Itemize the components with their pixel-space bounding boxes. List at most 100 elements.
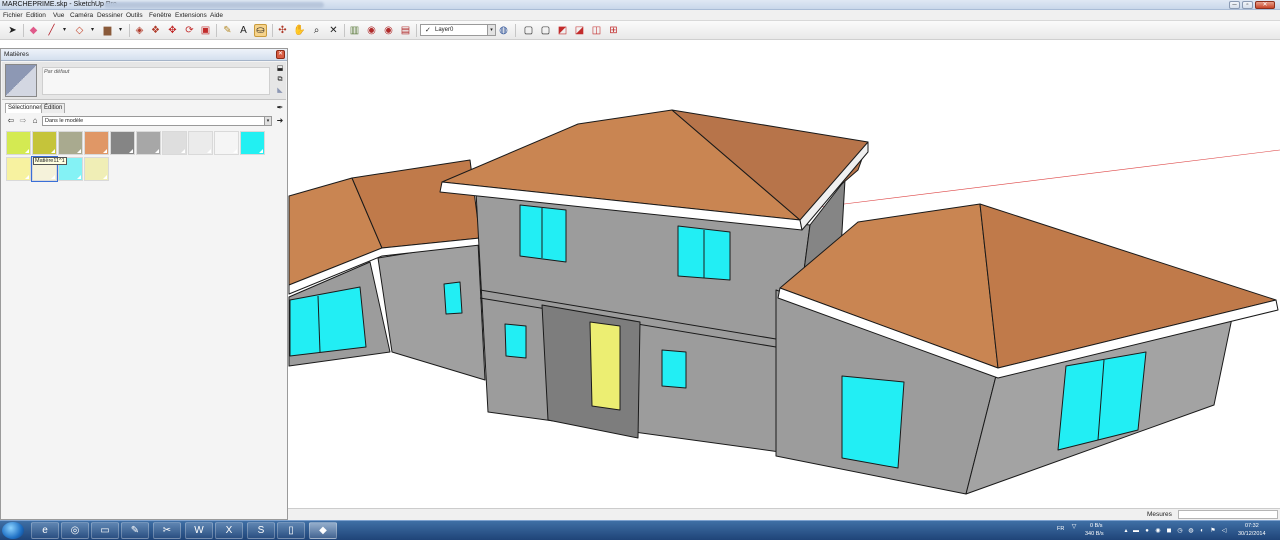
default-material-icon[interactable]: ◣ bbox=[276, 87, 284, 95]
eraser-tool-icon[interactable]: ◆ bbox=[27, 24, 40, 37]
select-tool-icon[interactable]: ➤ bbox=[6, 24, 19, 37]
solid-subtract-icon[interactable]: ◪ bbox=[573, 24, 586, 37]
text-tool-icon[interactable]: A bbox=[237, 24, 250, 37]
orbit-tool-icon[interactable]: ✣ bbox=[276, 24, 289, 37]
material-swatch[interactable] bbox=[240, 131, 265, 155]
move-tool-icon[interactable]: ✥ bbox=[166, 24, 179, 37]
menu-outils[interactable]: Outils bbox=[126, 12, 143, 19]
display-section-icon[interactable]: ▢ bbox=[539, 24, 552, 37]
share-model-icon[interactable]: ◉ bbox=[382, 24, 395, 37]
details-icon[interactable]: ⧉ bbox=[276, 76, 284, 84]
arrow-up-icon[interactable]: ▴ bbox=[1122, 527, 1130, 535]
clock-date[interactable]: 30/12/2014 bbox=[1238, 531, 1266, 537]
sketchup-taskbar-icon[interactable]: ◆ bbox=[309, 522, 337, 539]
clock-time[interactable]: 07:32 bbox=[1245, 523, 1259, 529]
rectangle-tool-icon[interactable]: ▆ bbox=[101, 24, 114, 37]
tray-app-icon[interactable]: ◼ bbox=[1165, 527, 1173, 535]
solid-split-icon[interactable]: ⊞ bbox=[607, 24, 620, 37]
solid-union-icon[interactable]: ◩ bbox=[556, 24, 569, 37]
zoom-extents-icon[interactable]: ✕ bbox=[327, 24, 340, 37]
measurements-input[interactable] bbox=[1178, 510, 1278, 519]
section-plane-icon[interactable]: ▢ bbox=[522, 24, 535, 37]
skype-icon[interactable]: S bbox=[247, 522, 275, 539]
tray-app-icon[interactable]: ◷ bbox=[1176, 527, 1184, 535]
file-explorer-icon[interactable]: ▭ bbox=[91, 522, 119, 539]
language-indicator[interactable]: FR bbox=[1057, 526, 1064, 532]
shape-dropdown-icon[interactable]: ▾ bbox=[86, 24, 99, 37]
current-material-name[interactable]: Par défaut bbox=[42, 67, 270, 95]
follow-me-tool-icon[interactable]: ❖ bbox=[149, 24, 162, 37]
excel-icon[interactable]: X bbox=[215, 522, 243, 539]
forward-arrow-icon[interactable]: ⇨ bbox=[18, 116, 28, 126]
close-icon[interactable]: ✕ bbox=[276, 50, 285, 59]
tray-app-icon[interactable]: ◉ bbox=[1154, 527, 1162, 535]
menu-fenetre[interactable]: Fenêtre bbox=[149, 12, 171, 19]
maximize-button[interactable]: ▫ bbox=[1242, 1, 1253, 9]
line-dropdown-icon[interactable]: ▾ bbox=[58, 24, 71, 37]
paint-bucket-icon[interactable]: ⛀ bbox=[254, 24, 267, 37]
scale-tool-icon[interactable]: ▣ bbox=[199, 24, 212, 37]
rectangle-dropdown-icon[interactable]: ▾ bbox=[114, 24, 127, 37]
material-swatch[interactable] bbox=[84, 131, 109, 155]
menu-dessiner[interactable]: Dessiner bbox=[97, 12, 123, 19]
menu-fichier[interactable]: Fichier bbox=[3, 12, 23, 19]
minimize-button[interactable]: ─ bbox=[1229, 1, 1240, 9]
back-arrow-icon[interactable]: ⇦ bbox=[6, 116, 16, 126]
library-details-arrow-icon[interactable]: ➜ bbox=[275, 116, 285, 126]
tab-edit[interactable]: Édition bbox=[41, 103, 66, 113]
material-swatch[interactable] bbox=[6, 157, 31, 181]
material-swatch[interactable] bbox=[32, 131, 57, 155]
line-tool-icon[interactable]: ╱ bbox=[45, 24, 58, 37]
push-pull-tool-icon[interactable]: ◈ bbox=[133, 24, 146, 37]
create-material-icon[interactable]: ⬓ bbox=[276, 65, 284, 73]
home-icon[interactable]: ⌂ bbox=[30, 116, 40, 126]
tray-app-icon[interactable]: ▬ bbox=[1132, 527, 1140, 535]
eyedropper-icon[interactable]: ✒ bbox=[275, 103, 285, 113]
material-swatch[interactable] bbox=[162, 131, 187, 155]
tape-measure-icon[interactable]: ✎ bbox=[221, 24, 234, 37]
materials-panel-header[interactable]: Matières ✕ bbox=[1, 49, 287, 61]
tray-app-icon[interactable]: ● bbox=[1143, 527, 1151, 535]
snipping-tool-icon[interactable]: ✂ bbox=[153, 522, 181, 539]
chevron-down-icon[interactable]: ▾ bbox=[487, 25, 495, 35]
tray-app-icon[interactable]: ◍ bbox=[1187, 527, 1195, 535]
material-swatch[interactable] bbox=[214, 131, 239, 155]
material-swatch[interactable] bbox=[84, 157, 109, 181]
word-icon[interactable]: W bbox=[185, 522, 213, 539]
library-select[interactable]: Dans le modèle ▾ bbox=[42, 116, 272, 126]
house-model-drawing[interactable] bbox=[287, 40, 1280, 509]
menu-edition[interactable]: Edition bbox=[26, 12, 46, 19]
close-window-button[interactable]: ✕ bbox=[1255, 1, 1275, 9]
menu-vue[interactable]: Vue bbox=[53, 12, 64, 19]
rotate-tool-icon[interactable]: ⟳ bbox=[183, 24, 196, 37]
pan-tool-icon[interactable]: ✋ bbox=[293, 24, 306, 37]
menu-aide[interactable]: Aide bbox=[210, 12, 223, 19]
extension-warehouse-icon[interactable]: ▤ bbox=[399, 24, 412, 37]
model-viewport[interactable] bbox=[287, 40, 1280, 509]
material-swatch[interactable] bbox=[188, 131, 213, 155]
material-swatch[interactable] bbox=[6, 131, 31, 155]
shape-tool-icon[interactable]: ◇ bbox=[73, 24, 86, 37]
material-swatch[interactable] bbox=[58, 131, 83, 155]
solid-trim-icon[interactable]: ◫ bbox=[590, 24, 603, 37]
chrome-icon[interactable]: ◎ bbox=[61, 522, 89, 539]
network-icon[interactable]: ▽ bbox=[1070, 523, 1078, 531]
start-button[interactable] bbox=[2, 522, 24, 539]
chevron-down-icon[interactable]: ▾ bbox=[264, 117, 271, 125]
components-icon[interactable]: ◉ bbox=[365, 24, 378, 37]
warehouse-icon[interactable]: ▥ bbox=[348, 24, 361, 37]
layer-manager-icon[interactable]: ◍ bbox=[497, 24, 510, 37]
zoom-tool-icon[interactable]: ⌕ bbox=[310, 24, 323, 37]
tray-app-icon[interactable]: ◐ bbox=[1198, 527, 1206, 535]
flag-icon[interactable]: ⚑ bbox=[1209, 527, 1217, 535]
volume-icon[interactable]: ◁ bbox=[1220, 527, 1228, 535]
material-swatch[interactable] bbox=[136, 131, 161, 155]
tab-select[interactable]: Sélectionner bbox=[5, 103, 45, 113]
documents-icon[interactable]: ▯ bbox=[277, 522, 305, 539]
menu-camera[interactable]: Caméra bbox=[70, 12, 93, 19]
material-swatch[interactable] bbox=[110, 131, 135, 155]
paint-icon[interactable]: ✎ bbox=[121, 522, 149, 539]
menu-extensions[interactable]: Extensions bbox=[175, 12, 207, 19]
layer-select[interactable]: ✓ Layer0 ▾ bbox=[420, 24, 496, 36]
internet-explorer-icon[interactable]: e bbox=[31, 522, 59, 539]
